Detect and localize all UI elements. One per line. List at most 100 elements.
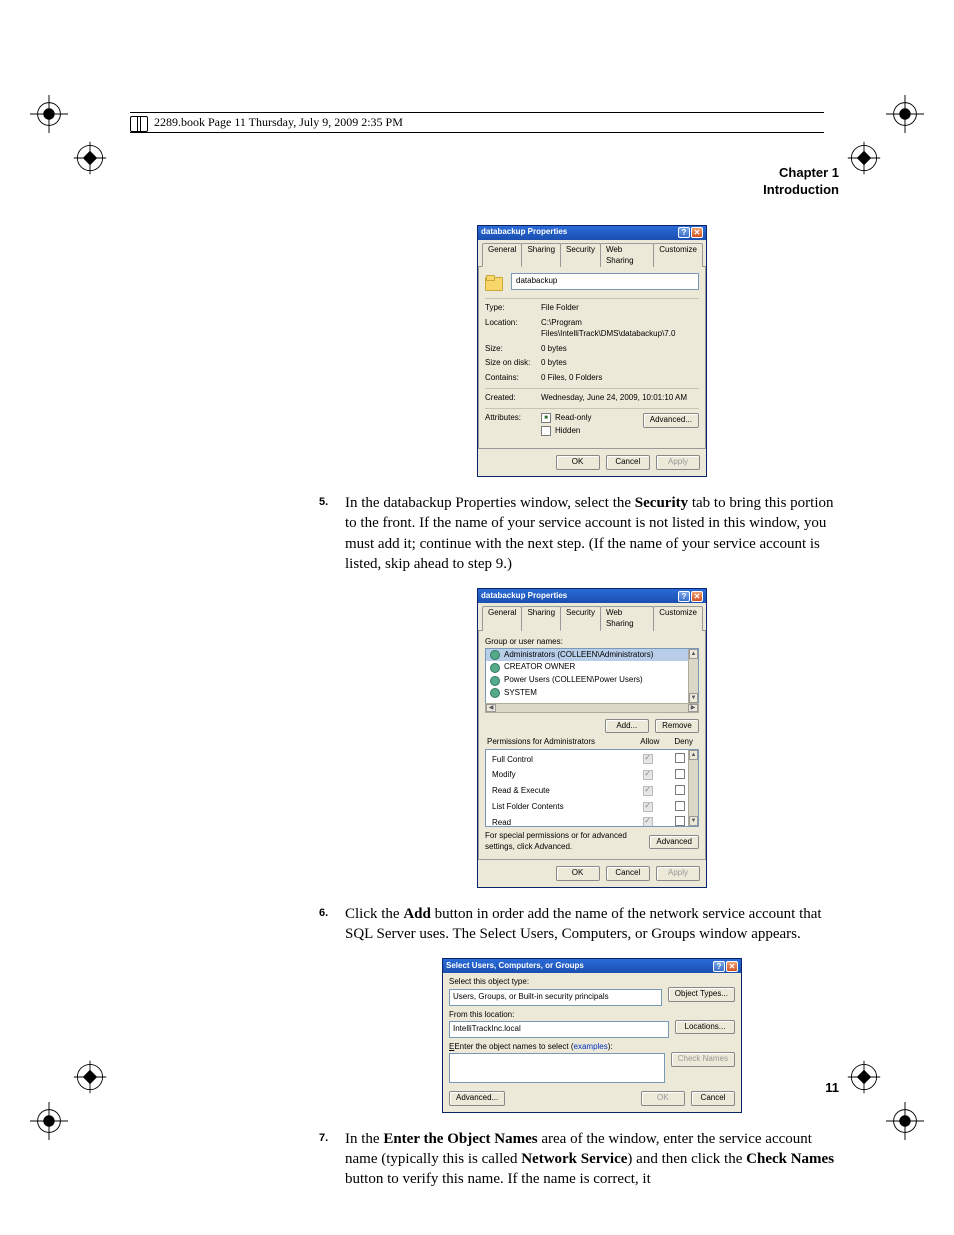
scroll-right-icon[interactable]: ▶ [688,704,698,712]
from-location-label: From this location: [449,1010,669,1021]
advanced-button[interactable]: Advanced... [643,413,699,428]
list-item[interactable]: SYSTEM [486,687,698,700]
table-row: Read [488,815,696,827]
crop-mark-icon [30,1102,68,1140]
allow-checkbox[interactable] [643,802,653,812]
value-created: Wednesday, June 24, 2009, 10:01:10 AM [541,393,699,404]
cancel-button[interactable]: Cancel [606,455,650,470]
deny-header: Deny [665,736,699,749]
deny-checkbox[interactable] [675,785,685,795]
object-names-input[interactable] [449,1053,665,1083]
chapter-line-1: Chapter 1 [135,165,839,182]
properties-dialog-general: databackup Properties ? ✕ General Sharin… [477,225,707,477]
apply-button[interactable]: Apply [656,866,700,881]
object-type-label: Select this object type: [449,977,662,988]
tab-web-sharing[interactable]: Web Sharing [600,606,654,631]
header-strip-text: 2289.book Page 11 Thursday, July 9, 2009… [154,115,403,130]
list-item[interactable]: Administrators (COLLEEN\Administrators) [486,649,698,662]
deny-checkbox[interactable] [675,816,685,826]
value-type: File Folder [541,303,699,314]
help-button[interactable]: ? [678,591,690,602]
list-item[interactable]: Power Users (COLLEEN\Power Users) [486,674,698,687]
allow-checkbox[interactable] [643,786,653,796]
help-button[interactable]: ? [713,961,725,972]
help-button[interactable]: ? [678,227,690,238]
hidden-checkbox[interactable] [541,426,551,436]
dialog-title: Select Users, Computers, or Groups [446,961,584,972]
tab-general[interactable]: General [482,243,522,268]
chapter-header: Chapter 1 Introduction [135,165,839,199]
tab-sharing[interactable]: Sharing [521,243,561,268]
cancel-button[interactable]: Cancel [691,1091,735,1106]
cancel-button[interactable]: Cancel [606,866,650,881]
tab-security[interactable]: Security [560,243,601,268]
tab-sharing[interactable]: Sharing [521,606,561,631]
tab-customize[interactable]: Customize [653,243,703,268]
close-button[interactable]: ✕ [691,227,703,238]
advanced-button[interactable]: Advanced [649,835,699,850]
label-contains: Contains: [485,373,541,384]
select-users-dialog: Select Users, Computers, or Groups ? ✕ S… [442,958,742,1113]
book-icon [130,116,148,130]
crop-mark-icon [846,140,882,176]
page-number: 11 [825,1080,839,1095]
enter-object-names-label: EEnter the object names to select (examp… [449,1042,665,1053]
scroll-left-icon[interactable]: ◀ [486,704,496,712]
folder-name-field[interactable]: databackup [511,273,699,290]
scroll-down-icon[interactable]: ▼ [689,816,698,826]
page-header-strip: 2289.book Page 11 Thursday, July 9, 2009… [130,112,824,133]
tab-customize[interactable]: Customize [653,606,703,631]
table-row: Read & Execute [488,784,696,800]
allow-checkbox[interactable] [643,754,653,764]
locations-button[interactable]: Locations... [675,1020,735,1035]
scroll-up-icon[interactable]: ▲ [689,649,698,659]
value-size: 0 bytes [541,344,699,355]
user-icon [490,663,500,673]
close-button[interactable]: ✕ [691,591,703,602]
tab-security[interactable]: Security [560,606,601,631]
list-item[interactable]: CREATOR OWNER [486,661,698,674]
ok-button[interactable]: OK [556,455,600,470]
object-types-button[interactable]: Object Types... [668,987,735,1002]
tab-web-sharing[interactable]: Web Sharing [600,243,654,268]
allow-checkbox[interactable] [643,817,653,827]
add-button[interactable]: Add... [605,719,649,734]
permissions-listbox[interactable]: Full Control Modify Read & Execute List … [485,749,699,827]
tab-strip: General Sharing Security Web Sharing Cus… [482,243,702,268]
examples-link[interactable]: examples [574,1042,608,1051]
deny-checkbox[interactable] [675,801,685,811]
step-6: 6. Click the Add button in order add the… [345,904,839,945]
deny-checkbox[interactable] [675,753,685,763]
step-5-text: In the databackup Properties window, sel… [345,495,834,572]
scroll-down-icon[interactable]: ▼ [689,693,698,703]
label-attributes: Attributes: [485,413,541,439]
ok-button[interactable]: OK [641,1091,685,1106]
label-size-on-disk: Size on disk: [485,358,541,369]
advanced-button[interactable]: Advanced... [449,1091,505,1106]
special-permissions-text: For special permissions or for advanced … [485,831,643,853]
folder-name-value: databackup [516,276,557,287]
scroll-up-icon[interactable]: ▲ [689,750,698,760]
dialog-title: databackup Properties [481,591,567,602]
permissions-for-label: Permissions for Administrators [485,736,631,749]
user-icon [490,688,500,698]
crop-mark-icon [886,95,924,133]
remove-button[interactable]: Remove [655,719,699,734]
allow-checkbox[interactable] [643,770,653,780]
folder-icon [485,275,501,289]
scrollbar-horizontal[interactable]: ◀▶ [485,703,699,713]
table-row: Full Control [488,752,696,768]
close-button[interactable]: ✕ [726,961,738,972]
scrollbar[interactable]: ▲▼ [688,649,698,703]
tab-general[interactable]: General [482,606,522,631]
ok-button[interactable]: OK [556,866,600,881]
apply-button[interactable]: Apply [656,455,700,470]
users-listbox[interactable]: Administrators (COLLEEN\Administrators) … [485,648,699,704]
value-location: C:\Program Files\IntelliTrack\DMS\databa… [541,318,699,340]
step-number: 7. [319,1131,328,1146]
group-users-label: Group or user names: [485,637,699,648]
deny-checkbox[interactable] [675,769,685,779]
scrollbar[interactable]: ▲▼ [688,750,698,826]
readonly-checkbox[interactable] [541,413,551,423]
check-names-button[interactable]: Check Names [671,1052,735,1067]
